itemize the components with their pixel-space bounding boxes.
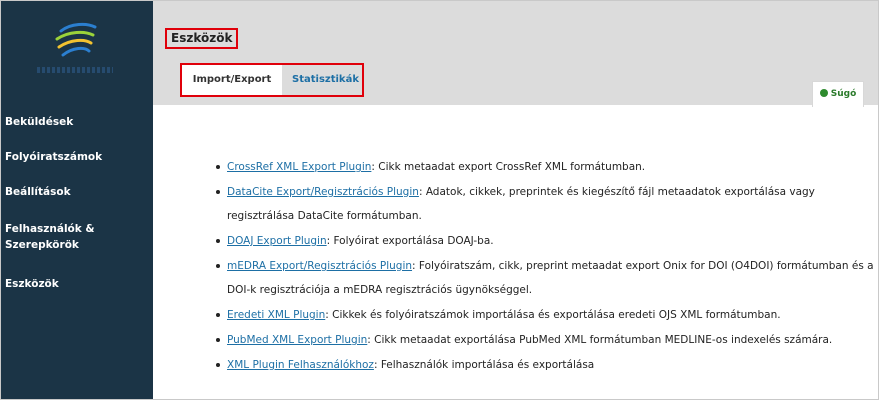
ojs-logo-icon xyxy=(55,22,97,57)
plugin-link-native-xml[interactable]: Eredeti XML Plugin xyxy=(227,309,325,321)
plugin-link-crossref[interactable]: CrossRef XML Export Plugin xyxy=(227,161,371,173)
page-header: Eszközök Import/Export Statisztikák Súgó xyxy=(153,1,878,107)
tab-statistics[interactable]: Statisztikák xyxy=(292,65,359,95)
tab-import-export[interactable]: Import/Export xyxy=(182,65,282,95)
plugin-description: : Cikkek és folyóiratszámok importálása … xyxy=(325,309,781,321)
help-button[interactable]: Súgó xyxy=(812,81,864,107)
tab-bar: Import/Export Statisztikák xyxy=(180,63,364,97)
sidebar: Beküldések Folyóiratszámok Beállítások F… xyxy=(1,1,153,399)
plugin-link-datacite[interactable]: DataCite Export/Regisztrációs Plugin xyxy=(227,186,419,198)
page-title: Eszközök xyxy=(165,28,239,49)
sidebar-item-users-roles[interactable]: Felhasználók & Szerepkörök xyxy=(5,221,145,253)
plugin-list: CrossRef XML Export Plugin: Cikk metaada… xyxy=(215,155,875,377)
plugin-link-medra[interactable]: mEDRA Export/Regisztrációs Plugin xyxy=(227,260,412,272)
app-frame: Beküldések Folyóiratszámok Beállítások F… xyxy=(0,0,879,400)
plugin-link-users-xml[interactable]: XML Plugin Felhasználókhoz xyxy=(227,359,374,371)
list-item: Eredeti XML Plugin: Cikkek és folyóirats… xyxy=(215,303,875,327)
sidebar-item-settings[interactable]: Beállítások xyxy=(5,184,145,200)
help-icon xyxy=(819,89,828,97)
sidebar-item-roles-label: Szerepkörök xyxy=(5,239,79,251)
plugin-description: : Felhasználók importálása és exportálás… xyxy=(373,359,595,371)
list-item: DataCite Export/Regisztrációs Plugin: Ad… xyxy=(215,180,875,228)
plugin-description: : Cikk metaadat exportálása PubMed XML f… xyxy=(367,334,833,346)
list-item: mEDRA Export/Regisztrációs Plugin: Folyó… xyxy=(215,254,875,302)
sidebar-item-submissions[interactable]: Beküldések xyxy=(5,114,145,130)
plugin-link-doaj[interactable]: DOAJ Export Plugin xyxy=(227,235,327,247)
sidebar-item-issues[interactable]: Folyóiratszámok xyxy=(5,149,145,165)
list-item: CrossRef XML Export Plugin: Cikk metaada… xyxy=(215,155,875,179)
plugin-description: : Folyóirat exportálása DOAJ-ba. xyxy=(326,235,494,247)
plugin-link-pubmed[interactable]: PubMed XML Export Plugin xyxy=(227,334,367,346)
list-item: PubMed XML Export Plugin: Cikk metaadat … xyxy=(215,328,875,352)
main-content: CrossRef XML Export Plugin: Cikk metaada… xyxy=(215,155,875,378)
list-item: DOAJ Export Plugin: Folyóirat exportálás… xyxy=(215,229,875,253)
list-item: XML Plugin Felhasználókhoz: Felhasználók… xyxy=(215,353,875,377)
plugin-description: : Cikk metaadat export CrossRef XML form… xyxy=(371,161,646,173)
logo-subtitle xyxy=(37,67,113,73)
sidebar-item-users-label: Felhasználók & xyxy=(5,223,95,235)
sidebar-item-tools[interactable]: Eszközök xyxy=(5,276,145,292)
help-label: Súgó xyxy=(830,89,857,99)
